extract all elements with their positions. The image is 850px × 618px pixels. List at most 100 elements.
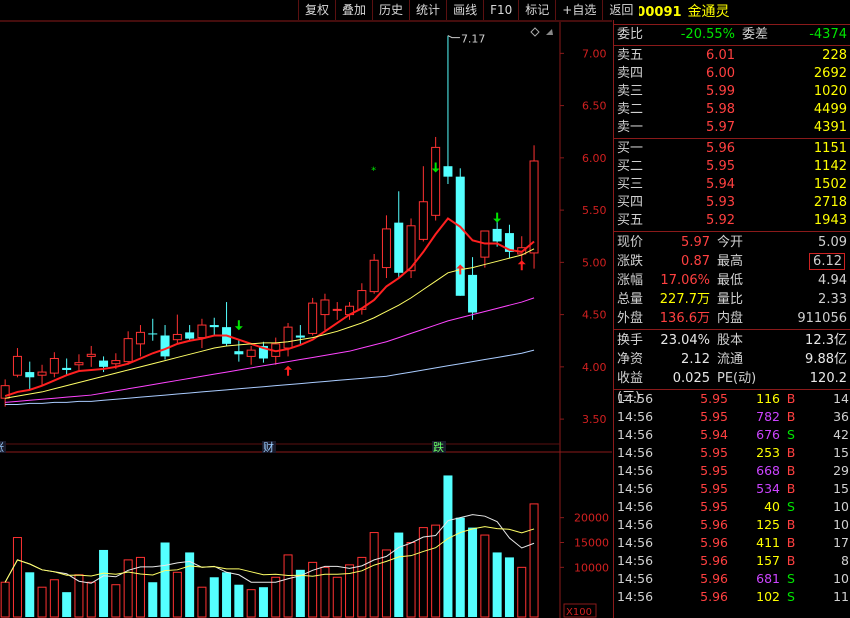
volume-bar [480, 534, 490, 618]
candle [320, 293, 330, 331]
tick-price: 5.95 [700, 409, 728, 424]
fundamental-value: 23.04% [660, 333, 710, 348]
quote-label: 最高 [717, 254, 744, 269]
high-annotation-line [447, 35, 460, 39]
candle [234, 339, 244, 362]
bid-row: 买二 5.95 1142 [614, 158, 850, 176]
bid-price: 5.96 [706, 141, 735, 156]
buy-signal-arrow-icon [284, 365, 293, 376]
tick-volume: 534 [756, 481, 780, 496]
fundamental-value: 12.3亿 [805, 333, 847, 348]
tick-time: 14:56 [617, 409, 654, 424]
quote-value: 136.6万 [659, 311, 710, 326]
volume-bar [197, 586, 207, 618]
event-marker[interactable]: 涨 [0, 441, 4, 454]
volume-bar [111, 584, 121, 618]
quote-label: 内盘 [717, 311, 744, 326]
volume-bar [49, 579, 59, 618]
tick-time: 14:56 [617, 391, 654, 406]
tick-time: 14:56 [617, 481, 654, 496]
tick-side: S [787, 589, 795, 604]
quote-value: 227.7万 [659, 292, 710, 307]
volume-bar [369, 532, 379, 618]
ask-label: 卖一 [617, 120, 644, 135]
volume-bar [148, 582, 158, 617]
ask-price: 6.00 [706, 66, 735, 81]
candle [431, 136, 441, 221]
toolbar-button-6[interactable]: 标记 [518, 0, 556, 20]
price-tick-label: 6.00 [582, 152, 607, 165]
tick-row: 14:56 5.94 676 S 42 [614, 426, 850, 444]
candle [148, 318, 158, 341]
volume-bar [123, 559, 133, 618]
ask-label: 卖三 [617, 84, 644, 99]
bid-row: 买三 5.94 1502 [614, 176, 850, 194]
toolbar-button-0[interactable]: 复权 [298, 0, 336, 20]
volume-bar [222, 572, 232, 617]
candle [160, 325, 170, 360]
kline-chart[interactable]: 7.00 6.50 6.00 5.50 5.00 4.50 4.00 3.50 20000 150… [0, 0, 612, 618]
tick-volume: 116 [756, 391, 780, 406]
quote-value-wrap: 5.09 [752, 233, 850, 252]
tick-price: 5.95 [700, 499, 728, 514]
toolbar-button-1[interactable]: 叠加 [335, 0, 373, 20]
toolbar-button-2[interactable]: 历史 [372, 0, 410, 20]
quote-row: 涨幅 17.06% 最低 4.94 [614, 271, 850, 290]
star-marker-icon: * [371, 166, 376, 177]
volume-bar [209, 577, 219, 617]
ask-label: 卖二 [617, 102, 644, 117]
quote-value: 17.06% [660, 273, 710, 288]
toolbar-button-7[interactable]: +自选 [555, 0, 603, 20]
price-tick-label: 4.50 [582, 309, 607, 322]
diamond-icon[interactable] [530, 27, 540, 37]
tick-side: B [786, 535, 796, 550]
bid-price: 5.95 [706, 159, 735, 174]
bid-price: 5.94 [706, 177, 735, 192]
sell-signal-arrow-icon [234, 320, 243, 331]
tick-row: 14:56 5.96 102 S 11 [614, 588, 850, 606]
volume-bar [517, 566, 527, 618]
toolbar-button-8[interactable]: 返回 [602, 0, 640, 20]
volume-bar [283, 554, 293, 618]
ratio-value: -20.55% [680, 27, 735, 42]
toolbar-button-5[interactable]: F10 [483, 0, 519, 20]
corner-arrow-icon[interactable] [546, 29, 553, 35]
ask-price: 5.99 [706, 84, 735, 99]
fundamental-label: 流通 [717, 352, 744, 367]
bid-volume: 1502 [813, 177, 847, 192]
candle [123, 331, 133, 365]
tick-count: 29 [833, 463, 849, 478]
price-tick-label: 4.00 [582, 361, 607, 374]
tick-price: 5.96 [700, 535, 728, 550]
fundamental-stats: 换手 23.04% 股本 12.3亿 净资 2.12 流通 9.88亿 收益(三) … [614, 330, 850, 405]
tick-side: B [786, 391, 796, 406]
quote-row: 现价 5.97 今开 5.09 [614, 233, 850, 252]
tick-volume: 157 [756, 553, 780, 568]
tick-price: 5.94 [700, 427, 728, 442]
bid-label: 买二 [617, 159, 644, 174]
ask-row: 卖一 5.97 4391 [614, 119, 850, 137]
candle [49, 352, 59, 378]
diff-value: -4374 [809, 27, 847, 42]
tick-volume: 681 [756, 571, 780, 586]
candle [185, 325, 195, 341]
tick-price: 5.95 [700, 463, 728, 478]
volume-bar [431, 524, 441, 618]
bid-label: 买四 [617, 195, 644, 210]
toolbar-button-3[interactable]: 统计 [409, 0, 447, 20]
tick-row: 14:56 5.95 782 B 36 [614, 408, 850, 426]
tick-time: 14:56 [617, 553, 654, 568]
toolbar-button-4[interactable]: 画线 [446, 0, 484, 20]
trade-ticks: 14:56 5.95 116 B 14 14:56 5.95 782 B 36 14… [614, 390, 850, 606]
candle [62, 358, 72, 376]
event-marker[interactable]: 跌 [433, 440, 444, 454]
bid-row: 买一 5.96 1151 [614, 140, 850, 158]
tick-volume: 782 [756, 409, 780, 424]
tick-row: 14:56 5.96 411 B 17 [614, 534, 850, 552]
ask-volume: 4499 [813, 102, 847, 117]
volume-ma-line [4, 514, 535, 584]
event-marker[interactable]: 财 [263, 440, 274, 454]
candle [135, 325, 145, 357]
volume-bar [443, 475, 453, 617]
quote-label: 今开 [717, 235, 744, 250]
